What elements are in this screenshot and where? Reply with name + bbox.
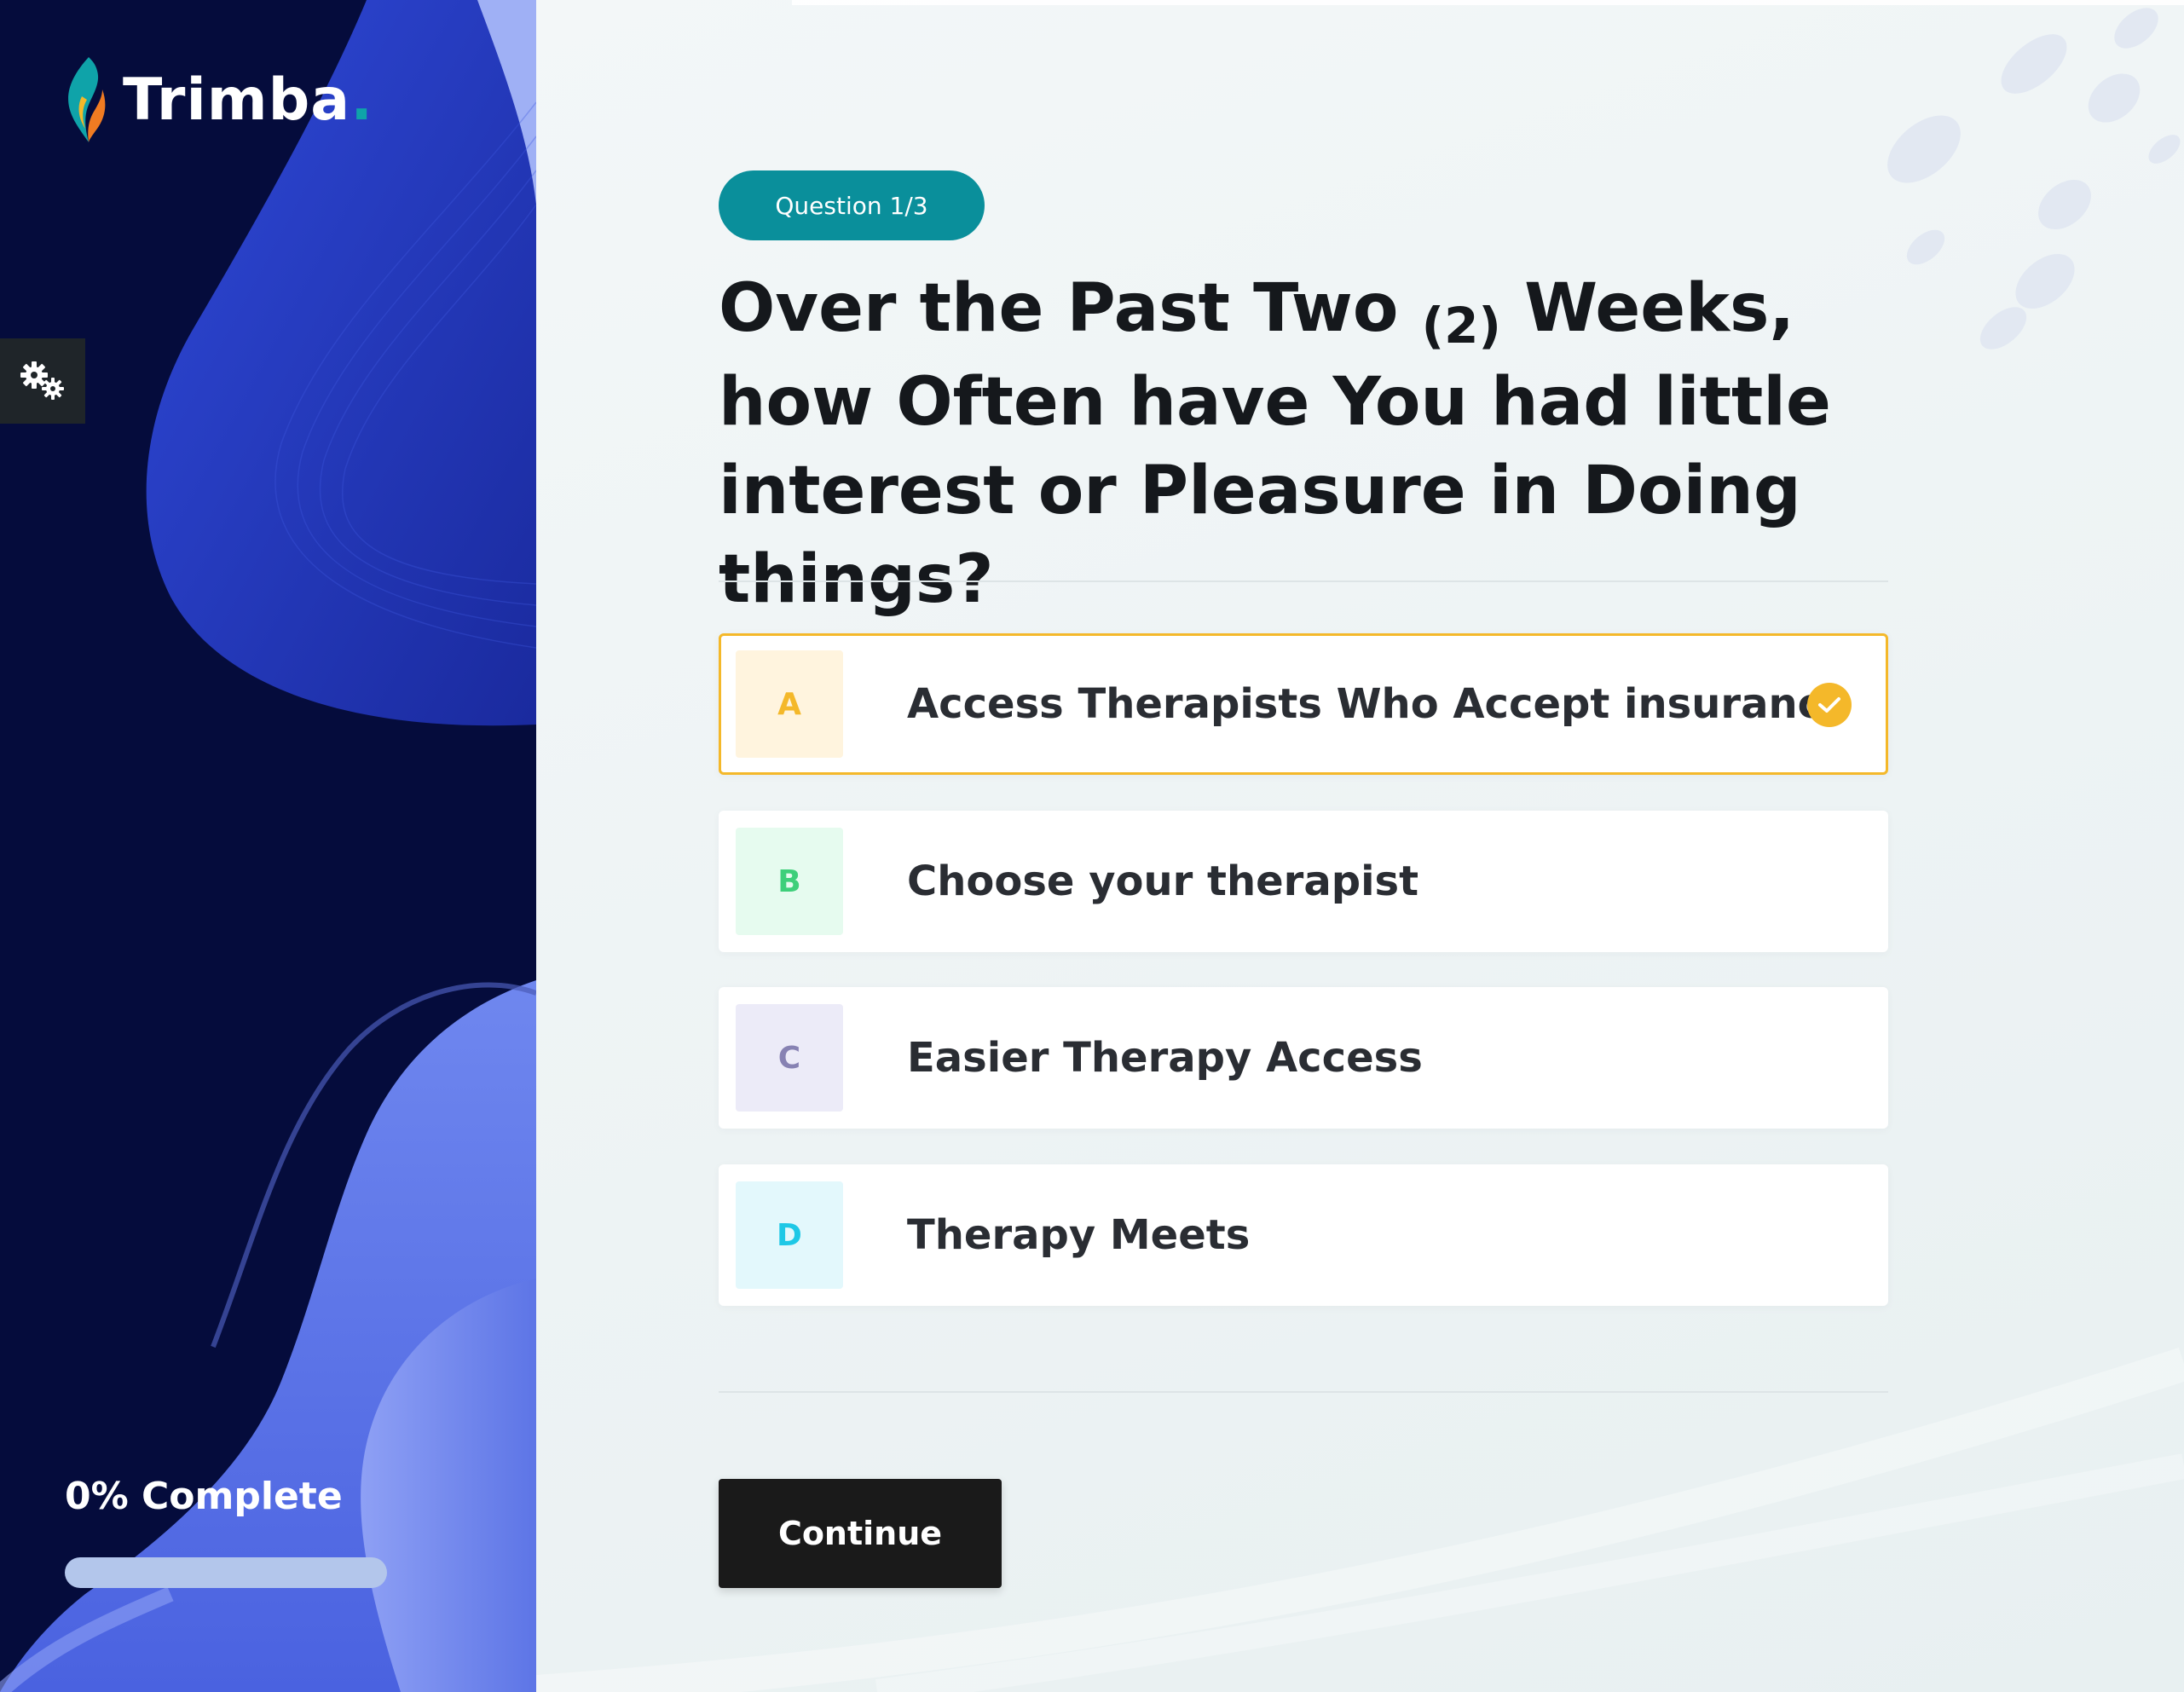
top-divider bbox=[719, 580, 1888, 582]
check-circle-icon bbox=[1807, 683, 1852, 727]
question-text: Over the Past Two (2) Weeks, how Often h… bbox=[719, 264, 1912, 624]
brand-name: Trimba bbox=[123, 66, 351, 134]
option-a[interactable]: A Access Therapists Who Accept insurance bbox=[719, 633, 1888, 775]
brand-logo[interactable]: Trimba. bbox=[63, 53, 373, 147]
option-b[interactable]: B Choose your therapist bbox=[719, 811, 1888, 952]
progress-label: 0% Complete bbox=[65, 1475, 343, 1518]
option-c[interactable]: C Easier Therapy Access bbox=[719, 987, 1888, 1129]
option-label: Choose your therapist bbox=[907, 858, 1419, 905]
sidebar-background-waves bbox=[0, 0, 536, 1692]
option-label: Therapy Meets bbox=[907, 1211, 1251, 1259]
option-label: Easier Therapy Access bbox=[907, 1034, 1423, 1082]
option-letter: D bbox=[736, 1181, 843, 1289]
progress-bar bbox=[65, 1557, 387, 1588]
continue-button[interactable]: Continue bbox=[719, 1479, 1002, 1588]
flame-logo-icon bbox=[68, 57, 106, 142]
question-counter-badge: Question 1/3 bbox=[719, 170, 985, 240]
option-letter: A bbox=[736, 650, 843, 758]
question-number: (2) bbox=[1421, 297, 1501, 355]
brand-dot: . bbox=[350, 66, 373, 134]
option-label: Access Therapists Who Accept insurance bbox=[907, 680, 1850, 728]
bottom-divider bbox=[719, 1391, 1888, 1393]
option-letter: C bbox=[736, 1004, 843, 1112]
question-text-part-1: Over the Past Two bbox=[719, 270, 1422, 347]
option-d[interactable]: D Therapy Meets bbox=[719, 1164, 1888, 1306]
settings-button[interactable] bbox=[0, 338, 85, 424]
question-panel: Question 1/3 Over the Past Two (2) Weeks… bbox=[536, 0, 2184, 1692]
sidebar: Trimba. 0% Complete bbox=[0, 0, 536, 1692]
gears-icon bbox=[20, 361, 64, 400]
option-letter: B bbox=[736, 828, 843, 935]
quiz-page: Trimba. 0% Complete Question 1/3 Over th… bbox=[0, 0, 2184, 1692]
